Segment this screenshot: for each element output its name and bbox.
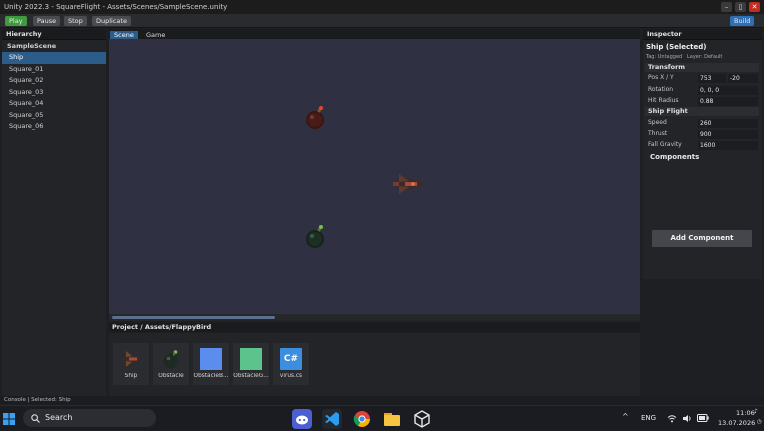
fall-gravity-label: Fall Gravity — [648, 141, 682, 148]
project-header: Project / Assets/FlappyBird — [109, 323, 640, 332]
rotation-label: Rotation — [648, 86, 674, 93]
hierarchy-item-square-06[interactable]: Square_06 — [2, 121, 106, 133]
pos-x-field[interactable]: 753 — [698, 73, 726, 83]
search-label: Search — [45, 413, 73, 422]
asset-obstacle-blue[interactable]: ObstacleB... — [193, 343, 229, 385]
project-breadcrumb: Project / Assets/FlappyBird — [112, 323, 212, 331]
hit-radius-label: Hit Radius — [648, 97, 679, 104]
hierarchy-list: Ship Square_01 Square_02 Square_03 Squar… — [2, 52, 106, 133]
status-bar: Console | Selected: Ship — [0, 396, 764, 405]
bomb-sprite-icon — [163, 350, 179, 369]
chrome-icon[interactable] — [352, 409, 372, 429]
csharp-script-icon: C# — [280, 348, 302, 370]
close-button[interactable]: ✕ — [749, 2, 760, 12]
inspector-title: Inspector — [643, 29, 762, 40]
vscode-icon[interactable] — [322, 409, 342, 429]
asset-label: Obstacle — [158, 373, 184, 379]
wifi-icon[interactable] — [667, 414, 677, 423]
hit-radius-field[interactable]: 0.88 — [698, 96, 758, 106]
discord-icon[interactable] — [292, 409, 312, 429]
speed-label: Speed — [648, 119, 667, 126]
maximize-button[interactable]: ▯ — [735, 2, 746, 12]
bomb-sprite-green[interactable] — [304, 224, 328, 250]
thrust-label: Thrust — [648, 130, 668, 137]
inspector-tag[interactable]: Tag: Untagged — [646, 54, 682, 60]
hierarchy-item-square-05[interactable]: Square_05 — [2, 110, 106, 122]
green-square-icon — [240, 348, 262, 370]
battery-icon[interactable] — [697, 414, 709, 422]
ship-sprite[interactable] — [389, 172, 427, 196]
language-indicator[interactable]: ENG — [641, 414, 656, 422]
pause-button[interactable]: Pause — [33, 16, 61, 26]
fall-gravity-field[interactable]: 1600 — [698, 140, 758, 150]
hierarchy-item-square-04[interactable]: Square_04 — [2, 98, 106, 110]
inspector-layer[interactable]: Layer: Default — [687, 54, 722, 60]
minimize-button[interactable]: – — [721, 2, 732, 12]
transform-section-header[interactable]: Transform — [645, 63, 759, 72]
hierarchy-item-square-03[interactable]: Square_03 — [2, 87, 106, 99]
scene-root[interactable]: SampleScene — [2, 40, 106, 52]
asset-obstacle[interactable]: Obstacle — [153, 343, 189, 385]
search-icon — [31, 414, 40, 423]
scene-scrollbar-thumb[interactable] — [112, 316, 275, 319]
tab-scene[interactable]: Scene — [110, 31, 138, 39]
thrust-field[interactable]: 900 — [698, 129, 758, 139]
hierarchy-title: Hierarchy — [2, 29, 106, 40]
status-text: Console | Selected: Ship — [4, 397, 71, 403]
thrust-row: Thrust 900 — [645, 129, 762, 139]
notification-icon[interactable]: ◷ — [757, 419, 762, 425]
inspector-panel: Inspector Ship (Selected) Tag: Untagged … — [643, 29, 762, 279]
speed-row: Speed 260 — [645, 118, 762, 128]
hierarchy-item-square-02[interactable]: Square_02 — [2, 75, 106, 87]
asset-virus-script[interactable]: C# virus.cs — [273, 343, 309, 385]
hit-radius-row: Hit Radius 0.88 — [645, 96, 762, 106]
asset-label: ObstacleG... — [233, 373, 269, 379]
pos-y-field[interactable]: -20 — [728, 73, 758, 83]
windows-taskbar: Search ^ ENG 11:06 13.07.2026 ♪ ◷ — [0, 405, 764, 430]
hierarchy-item-square-01[interactable]: Square_01 — [2, 64, 106, 76]
fall-gravity-row: Fall Gravity 1600 — [645, 140, 762, 150]
pos-row: Pos X / Y 753 -20 — [645, 73, 762, 83]
add-component-button[interactable]: Add Component — [652, 230, 752, 247]
play-button[interactable]: Play — [5, 16, 27, 26]
file-explorer-icon[interactable] — [382, 409, 402, 429]
speed-field[interactable]: 260 — [698, 118, 758, 128]
asset-label: virus.cs — [279, 373, 303, 379]
window-title: Unity 2022.3 - SquareFlight - Assets/Sce… — [4, 3, 228, 11]
pos-label: Pos X / Y — [648, 74, 674, 81]
taskbar-search[interactable]: Search — [23, 409, 156, 427]
hierarchy-item-ship[interactable]: Ship — [2, 52, 106, 64]
microphone-icon: ♪ — [754, 408, 758, 415]
volume-icon[interactable] — [682, 414, 692, 423]
asset-label: Ship — [124, 373, 138, 379]
inspector-object-name: Ship (Selected) — [646, 43, 707, 51]
clock-time[interactable]: 11:06 — [736, 409, 755, 417]
chevron-up-icon[interactable]: ^ — [622, 412, 629, 421]
asset-ship[interactable]: Ship — [113, 343, 149, 385]
scene-scrollbar-track[interactable] — [109, 314, 640, 321]
asset-obstacle-green[interactable]: ObstacleG... — [233, 343, 269, 385]
tab-game[interactable]: Game — [142, 31, 169, 39]
hierarchy-panel: Hierarchy SampleScene Ship Square_01 Squ… — [2, 29, 106, 396]
toolbar: Play Pause Stop Duplicate Build — [0, 14, 764, 28]
ship-flight-section-header[interactable]: Ship Flight — [645, 107, 759, 116]
ship-sprite-icon — [121, 351, 141, 367]
build-button[interactable]: Build — [730, 16, 755, 26]
title-bar: Unity 2022.3 - SquareFlight - Assets/Sce… — [0, 0, 764, 14]
asset-label: ObstacleB... — [193, 373, 229, 379]
duplicate-button[interactable]: Duplicate — [92, 16, 131, 26]
clock-date[interactable]: 13.07.2026 — [718, 419, 755, 427]
stop-button[interactable]: Stop — [64, 16, 87, 26]
rotation-row: Rotation 0, 0, 0 — [645, 85, 762, 95]
bomb-sprite-red[interactable] — [304, 105, 328, 131]
unity-icon[interactable] — [412, 409, 432, 429]
components-label: Components — [650, 153, 700, 161]
scene-viewport[interactable] — [109, 39, 640, 314]
rotation-field[interactable]: 0, 0, 0 — [698, 85, 758, 95]
blue-square-icon — [200, 348, 222, 370]
windows-start-icon[interactable] — [3, 413, 15, 425]
